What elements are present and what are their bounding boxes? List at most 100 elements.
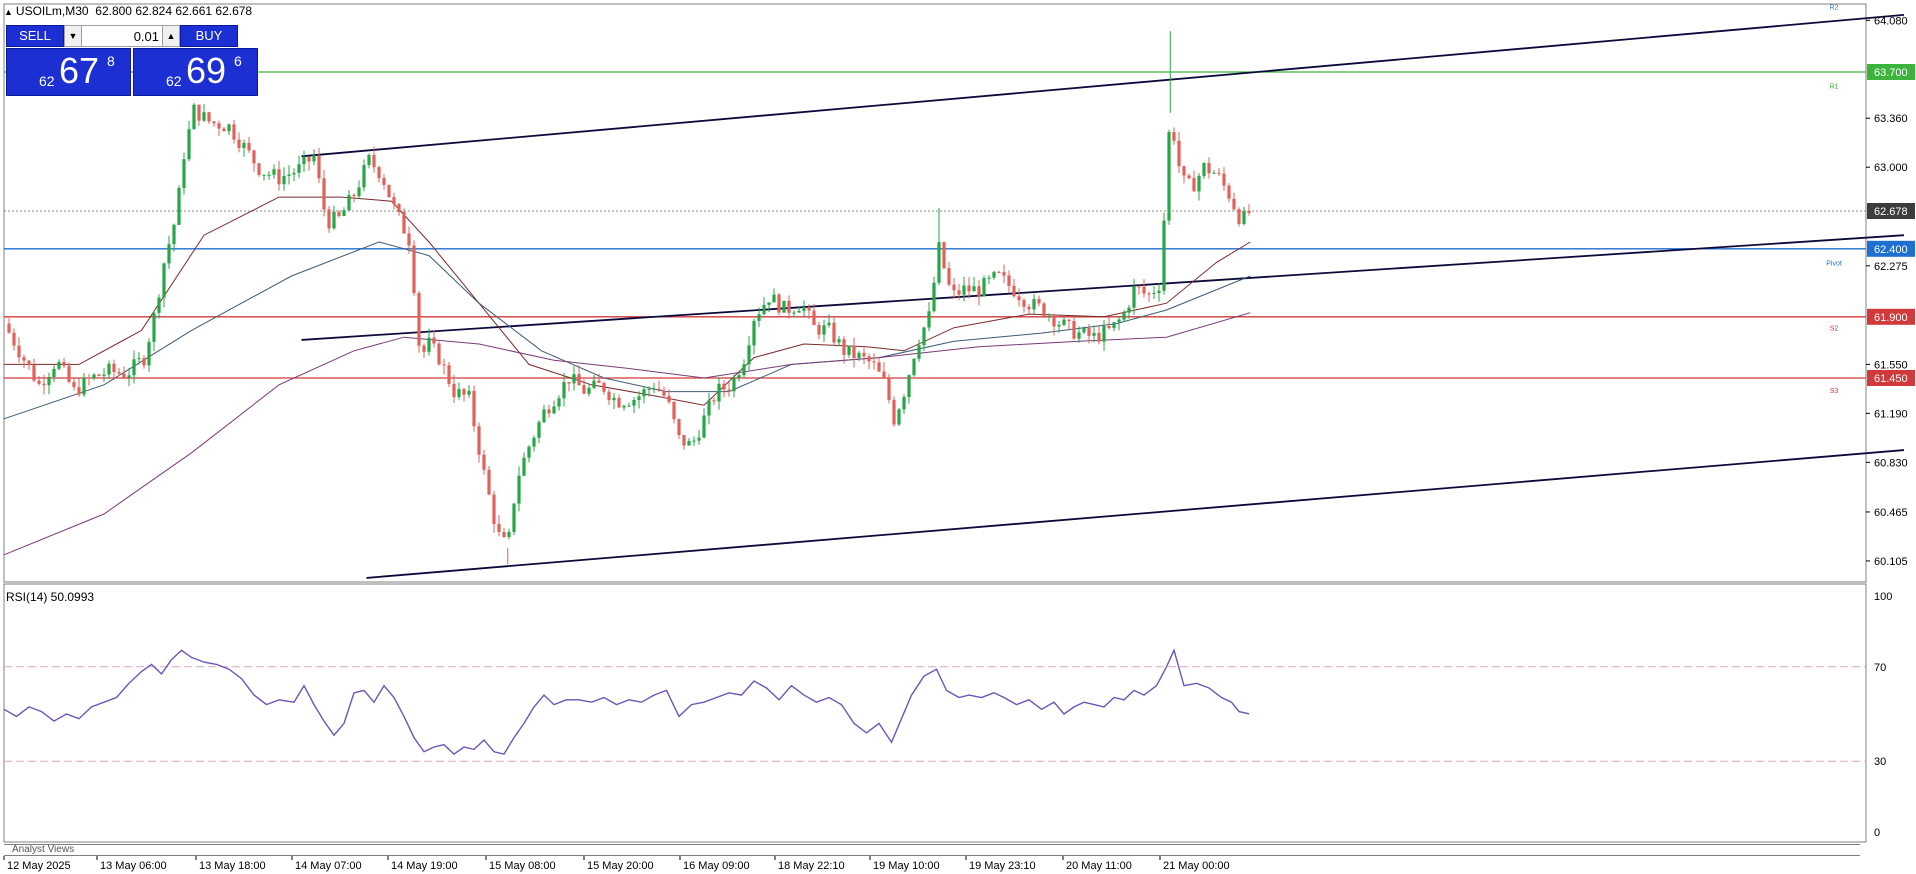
- time-tick-label: 13 May 18:00: [199, 860, 266, 872]
- candle-body: [1222, 173, 1226, 186]
- analyst-views-bar[interactable]: Analyst Views: [4, 844, 1860, 856]
- candle-body: [922, 327, 926, 346]
- candle-body: [97, 374, 101, 376]
- volume-increase-button[interactable]: ▲: [162, 25, 180, 47]
- candle-body: [567, 382, 571, 384]
- candle-body: [187, 129, 191, 160]
- candle-body: [147, 341, 151, 366]
- candle-body: [957, 290, 961, 295]
- candle-body: [912, 358, 916, 376]
- candle-body: [632, 400, 636, 406]
- candle-body: [637, 396, 641, 401]
- candle-body: [902, 397, 906, 410]
- candle-body: [1147, 293, 1151, 295]
- candle-body: [667, 395, 671, 402]
- volume-input[interactable]: [82, 25, 162, 47]
- candle-body: [1207, 163, 1211, 174]
- candle-body: [1107, 325, 1111, 329]
- candle-body: [492, 494, 496, 524]
- candle-body: [292, 172, 296, 175]
- candle-body: [797, 310, 801, 313]
- candle-body: [382, 178, 386, 185]
- candle-body: [112, 363, 116, 373]
- candle-body: [27, 360, 31, 366]
- volume-decrease-button[interactable]: ▼: [64, 25, 82, 47]
- candle-body: [722, 383, 726, 390]
- price-axis: 64.080 63.360 63.000 62.275 61.550 61.190 60.8…: [1866, 15, 1915, 568]
- rsi-label: RSI(14) 50.0993: [6, 590, 95, 604]
- candle-body: [1057, 324, 1061, 327]
- buy-button[interactable]: BUY: [180, 25, 238, 47]
- candle-body: [157, 297, 161, 313]
- candle-body: [457, 389, 461, 398]
- candle-body: [1232, 198, 1236, 210]
- buy-price-button[interactable]: 62 69 6: [133, 48, 258, 96]
- candle-body: [562, 382, 566, 399]
- level-price-tag-label: 63.700: [1874, 67, 1908, 79]
- candle-body: [1172, 132, 1176, 141]
- candle-body: [872, 361, 876, 363]
- candle-body: [527, 446, 531, 458]
- candle-body: [1192, 178, 1196, 192]
- rsi-chart-frame: [3, 583, 1867, 843]
- time-tick-label: 16 May 09:00: [683, 860, 750, 872]
- candle-body: [182, 159, 186, 188]
- candle-body: [472, 390, 476, 427]
- time-tick-label: 14 May 07:00: [295, 860, 362, 872]
- candle-body: [867, 356, 871, 362]
- price-chart[interactable]: R2 R1 Pivot S2 S3 100 70 30 0 64.080 63.360 63.00…: [0, 0, 1916, 874]
- candle-body: [452, 383, 456, 398]
- candle-body: [172, 224, 176, 245]
- candle-body: [167, 244, 171, 264]
- candle-body: [1242, 211, 1246, 224]
- candle-body: [477, 426, 481, 455]
- candle-body: [1137, 286, 1141, 288]
- candle-body: [1132, 286, 1136, 308]
- candle-body: [1162, 220, 1166, 291]
- collapse-triangle-icon[interactable]: ▲: [4, 7, 13, 17]
- candle-body: [657, 388, 661, 391]
- candle-body: [1187, 175, 1191, 179]
- candle-body: [162, 263, 166, 298]
- candle-body: [687, 440, 691, 446]
- chart-header: ▲ USOILm,M30 62.800 62.824 62.661 62.678: [4, 3, 252, 19]
- candle-body: [1177, 140, 1181, 167]
- rsi-tick-label: 30: [1874, 756, 1886, 768]
- candle-body: [677, 419, 681, 436]
- time-tick-label: 18 May 22:10: [778, 860, 845, 872]
- candle-body: [757, 314, 761, 321]
- level-name-pivot: Pivot: [1826, 260, 1842, 267]
- candle-body: [127, 375, 131, 378]
- candle-body: [882, 371, 886, 379]
- candle-body: [357, 187, 361, 197]
- level-price-tag-label: 62.400: [1874, 244, 1908, 256]
- candle-body: [932, 282, 936, 312]
- candle-body: [1012, 285, 1016, 297]
- buy-price-pip: 6: [234, 53, 242, 69]
- candle-body: [607, 391, 611, 401]
- candle-body: [1157, 290, 1161, 293]
- candle-body: [547, 409, 551, 414]
- sell-price-button[interactable]: 62 67 8: [6, 48, 131, 96]
- sell-button[interactable]: SELL: [6, 25, 64, 47]
- candle-body: [542, 409, 546, 423]
- candle-body: [92, 374, 96, 379]
- candle-body: [807, 307, 811, 311]
- candle-body: [652, 388, 656, 390]
- candle-body: [1227, 185, 1231, 199]
- candle-body: [927, 311, 931, 328]
- candle-body: [282, 175, 286, 185]
- candle-body: [372, 155, 376, 168]
- candle-body: [587, 387, 591, 394]
- candle-body: [577, 374, 581, 386]
- rsi-tick-label: 0: [1874, 827, 1880, 839]
- candle-body: [42, 383, 46, 386]
- candle-body: [1212, 172, 1216, 174]
- candle-body: [57, 361, 61, 369]
- candle-body: [277, 169, 281, 185]
- candle-body: [987, 277, 991, 279]
- candle-body: [602, 382, 606, 392]
- candle-body: [322, 178, 326, 210]
- candle-body: [752, 320, 756, 346]
- candle-body: [212, 121, 216, 124]
